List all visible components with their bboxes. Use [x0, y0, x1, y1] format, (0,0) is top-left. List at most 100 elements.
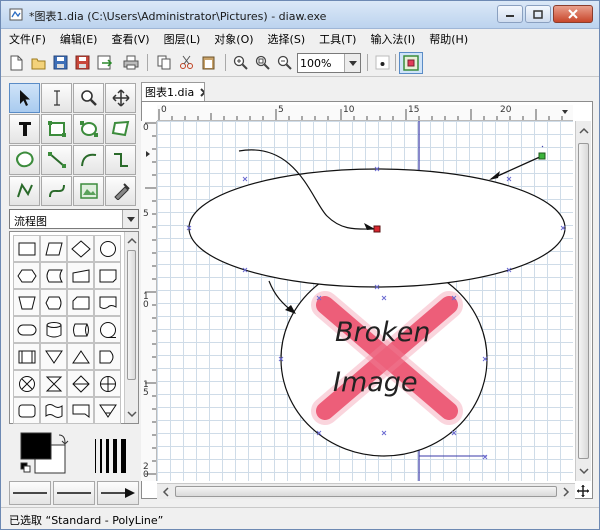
- copy-button[interactable]: [155, 53, 174, 72]
- shape-document[interactable]: [94, 289, 121, 316]
- tool-polyline[interactable]: [9, 176, 40, 206]
- tool-image[interactable]: [73, 176, 104, 206]
- chevron-up-icon[interactable]: [577, 124, 591, 138]
- tool-zigzag-line[interactable]: [105, 145, 136, 175]
- snap-to-grid-button[interactable]: [373, 53, 392, 72]
- object-snapping-button[interactable]: [399, 52, 423, 74]
- tool-magnify[interactable]: [73, 83, 104, 113]
- polyline-start-handle[interactable]: [538, 152, 546, 160]
- shape-parallelogram[interactable]: [40, 235, 67, 262]
- zoom-input[interactable]: [300, 56, 344, 70]
- zoom-dropdown-button[interactable]: [344, 54, 360, 72]
- tool-outline[interactable]: [105, 176, 136, 206]
- shape-extract[interactable]: [67, 343, 94, 370]
- tool-arc[interactable]: [73, 145, 104, 175]
- shape-manual-input[interactable]: [67, 262, 94, 289]
- shape-predefined-process[interactable]: [13, 343, 40, 370]
- sheet-selector[interactable]: 流程图: [9, 209, 139, 229]
- shape-stored-data[interactable]: [40, 262, 67, 289]
- close-tab-icon[interactable]: [200, 87, 204, 97]
- zoom-out-button[interactable]: [275, 53, 294, 72]
- shape-terminator[interactable]: [13, 316, 40, 343]
- vertical-scrollbar[interactable]: [575, 121, 591, 481]
- line-style-button[interactable]: [53, 481, 95, 505]
- horizontal-scrollbar[interactable]: [157, 483, 575, 499]
- shape-delay[interactable]: [94, 343, 121, 370]
- start-arrow-button[interactable]: [9, 481, 51, 505]
- menu-select[interactable]: 选择(S): [268, 31, 306, 47]
- shape-preparation[interactable]: [13, 262, 40, 289]
- chevron-down-icon[interactable]: [125, 407, 139, 421]
- new-button[interactable]: [7, 53, 26, 72]
- chevron-down-icon[interactable]: [577, 464, 591, 478]
- line-width-selector[interactable]: [93, 437, 133, 475]
- minimize-button[interactable]: [497, 5, 523, 23]
- shape-panel-scroll-thumb[interactable]: [127, 250, 136, 380]
- shape-direct-access[interactable]: [67, 316, 94, 343]
- shape-or[interactable]: [94, 370, 121, 397]
- shape-panel-scrollbar[interactable]: [124, 232, 138, 423]
- maximize-button[interactable]: [525, 5, 551, 23]
- menu-edit[interactable]: 编辑(E): [60, 31, 98, 47]
- zoom-in-button[interactable]: [231, 53, 250, 72]
- zoom-combo[interactable]: [297, 53, 361, 73]
- tool-scroll[interactable]: [105, 83, 136, 113]
- menu-tools[interactable]: 工具(T): [319, 31, 356, 47]
- swap-colors-icon[interactable]: [58, 434, 69, 445]
- paste-button[interactable]: [199, 53, 218, 72]
- menu-objects[interactable]: 对象(O): [214, 31, 253, 47]
- tool-polygon[interactable]: [105, 114, 136, 144]
- end-arrow-button[interactable]: [97, 481, 139, 505]
- menu-input-methods[interactable]: 输入法(I): [370, 31, 415, 47]
- shape-transmittal-tape[interactable]: [67, 397, 94, 424]
- chevron-up-icon[interactable]: [125, 234, 139, 248]
- horizontal-scroll-thumb[interactable]: [175, 486, 557, 497]
- zoom-fit-button[interactable]: [253, 53, 272, 72]
- tool-line[interactable]: [41, 145, 72, 175]
- menu-help[interactable]: 帮助(H): [429, 31, 468, 47]
- shape-display[interactable]: [40, 289, 67, 316]
- shape-decision[interactable]: [67, 235, 94, 262]
- tool-beziergon[interactable]: [9, 145, 40, 175]
- open-button[interactable]: [29, 53, 48, 72]
- shape-process[interactable]: [13, 235, 40, 262]
- diagram-canvas[interactable]: Broken Image: [157, 121, 573, 481]
- menu-view[interactable]: 查看(V): [111, 31, 149, 47]
- save-button[interactable]: [51, 53, 70, 72]
- chevron-right-icon[interactable]: [559, 485, 573, 499]
- shape-sequential-data[interactable]: [94, 316, 121, 343]
- tool-text[interactable]: [9, 114, 40, 144]
- shape-punched-card[interactable]: [13, 397, 40, 424]
- bezier-end-handle[interactable]: [373, 225, 381, 233]
- save-as-button[interactable]: [73, 53, 92, 72]
- shape-off-page[interactable]: [94, 262, 121, 289]
- shape-summing-junction[interactable]: [13, 370, 40, 397]
- shape-manual-operation[interactable]: [13, 289, 40, 316]
- sheet-dropdown-button[interactable]: [122, 210, 138, 228]
- tool-bezier-line[interactable]: [41, 176, 72, 206]
- tool-text-edit[interactable]: [41, 83, 72, 113]
- shape-magnetic-disk[interactable]: [40, 316, 67, 343]
- print-button[interactable]: [121, 53, 140, 72]
- menu-layers[interactable]: 图层(L): [164, 31, 201, 47]
- tool-modify[interactable]: [9, 83, 40, 113]
- menu-file[interactable]: 文件(F): [9, 31, 46, 47]
- shape-offline-storage[interactable]: [94, 397, 121, 424]
- export-button[interactable]: [95, 53, 114, 72]
- shape-connector[interactable]: [94, 235, 121, 262]
- title-bar[interactable]: *图表1.dia (C:\Users\Administrator\Picture…: [1, 1, 599, 29]
- shape-merge[interactable]: [40, 343, 67, 370]
- chevron-left-icon[interactable]: [159, 485, 173, 499]
- cut-button[interactable]: [177, 53, 196, 72]
- shape-collate[interactable]: [40, 370, 67, 397]
- shape-card[interactable]: [67, 289, 94, 316]
- tool-ellipse[interactable]: [73, 114, 104, 144]
- close-button[interactable]: [553, 5, 593, 23]
- shape-punched-tape[interactable]: [40, 397, 67, 424]
- tool-box[interactable]: [41, 114, 72, 144]
- navigation-button[interactable]: [575, 483, 591, 499]
- vertical-scroll-thumb[interactable]: [578, 143, 589, 459]
- shape-sort[interactable]: [67, 370, 94, 397]
- tab-diagram[interactable]: 图表1.dia: [141, 82, 205, 101]
- foreground-color-swatch[interactable]: [20, 432, 52, 460]
